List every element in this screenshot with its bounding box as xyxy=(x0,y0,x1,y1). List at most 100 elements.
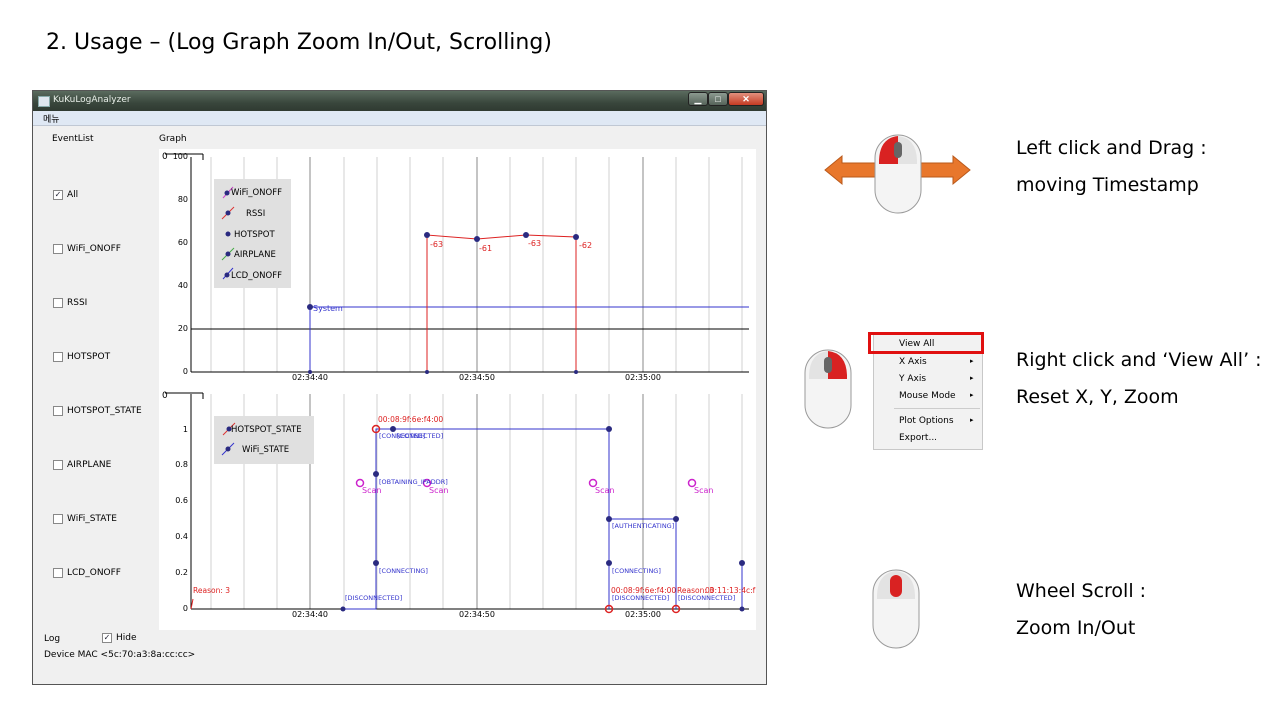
event-item-wifi-onoff[interactable]: WiFi_ONOFF xyxy=(53,242,121,256)
event-item-label: LCD_ONOFF xyxy=(67,568,121,578)
top-chart[interactable]: 0 100 80 60 40 20 0 02:34:40 02:34:50 02… xyxy=(162,152,749,382)
rssi-point[interactable] xyxy=(474,236,480,242)
wheel-note-line1: Wheel Scroll : xyxy=(1016,580,1147,602)
top-y-tick: 80 xyxy=(178,195,188,204)
hide-toggle[interactable]: ✓ Hide xyxy=(102,631,137,645)
maximize-button[interactable]: □ xyxy=(708,92,728,106)
ctx-x-axis[interactable]: X Axis xyxy=(899,357,927,367)
top-y-tick: 0 xyxy=(183,367,188,376)
event-item-label: HOTSPOT xyxy=(67,352,111,362)
submenu-arrow-icon: ▸ xyxy=(970,358,974,365)
app-icon xyxy=(38,96,50,107)
event-item-label: WiFi_STATE xyxy=(67,514,117,524)
top-x-tick-labels: 02:34:40 02:34:50 02:35:00 xyxy=(292,373,661,382)
connected-overlap-label: [CONNECTED] xyxy=(397,432,443,440)
obtaining-label: [OBTAINING_IPADDR] xyxy=(379,478,448,486)
bottom-y-tick: 0 xyxy=(183,604,188,613)
event-item-rssi[interactable]: RSSI xyxy=(53,296,87,310)
event-item-label: AIRPLANE xyxy=(67,460,112,470)
hide-checkbox[interactable]: ✓ xyxy=(102,633,112,643)
top-legend: WiFi_ONOFF RSSI HOTSPOT AIRPLANE LCD_ONO… xyxy=(214,179,291,288)
window-title: KuKuLogAnalyzer xyxy=(53,95,131,105)
rssi-point[interactable] xyxy=(425,370,429,374)
rssi-series-line xyxy=(426,234,577,372)
legend-airplane: AIRPLANE xyxy=(234,250,276,260)
disconnected-label-2: [DISCONNECTED] xyxy=(612,594,669,602)
minimize-button[interactable]: ▁ xyxy=(688,92,708,106)
wifi-state-point[interactable] xyxy=(606,560,612,566)
wifi-state-point[interactable] xyxy=(606,426,612,432)
event-item-wifi-state[interactable]: WiFi_STATE xyxy=(53,512,117,526)
ctx-mouse-mode[interactable]: Mouse Mode xyxy=(899,391,956,401)
checkbox-rssi[interactable] xyxy=(53,298,63,308)
mouse-right-click-illustration xyxy=(804,349,852,429)
viewall-note-line1: Right click and ‘View All’ : xyxy=(1016,349,1262,371)
wifi-state-point[interactable] xyxy=(373,471,379,477)
event-item-hotspot[interactable]: HOTSPOT xyxy=(53,350,110,364)
menu-bar: 메뉴 xyxy=(33,111,766,126)
ctx-plot-options[interactable]: Plot Options xyxy=(899,416,954,426)
ctx-export[interactable]: Export... xyxy=(899,433,937,443)
drag-note-line2: moving Timestamp xyxy=(1016,174,1199,196)
scan-label: Scan xyxy=(694,486,713,495)
top-x-tick: 02:35:00 xyxy=(625,373,661,382)
checkbox-hotspot[interactable] xyxy=(53,352,63,362)
bottom-chart[interactable]: 0 1 0.8 0.6 0.4 0.2 0 02:34:40 02:34:50 … xyxy=(162,391,756,619)
wifi-state-point[interactable] xyxy=(739,560,745,566)
rssi-value-label: -63 xyxy=(528,239,541,248)
graph-canvas[interactable]: 0 100 80 60 40 20 0 02:34:40 02:34:50 02… xyxy=(159,149,756,630)
window-titlebar[interactable]: KuKuLogAnalyzer ▁ □ ✕ xyxy=(33,91,766,111)
legend-lcd-onoff: LCD_ONOFF xyxy=(231,271,282,281)
bottom-y-tick-labels: 1 0.8 0.6 0.4 0.2 0 xyxy=(175,425,188,613)
bottom-legend-box xyxy=(214,416,314,464)
rssi-value-label: -61 xyxy=(479,244,492,253)
top-y-tick: 20 xyxy=(178,324,188,333)
top-y-tick-labels: 100 80 60 40 20 0 xyxy=(173,152,188,376)
checkbox-lcd-onoff[interactable] xyxy=(53,568,63,578)
wheel-note-line2: Zoom In/Out xyxy=(1016,617,1136,639)
right-arrow-icon xyxy=(914,154,971,186)
top-y-tick: 100 xyxy=(173,152,188,161)
wifi-state-point[interactable] xyxy=(340,606,346,612)
graph-header: Graph xyxy=(159,134,187,144)
bottom-y-tick: 1 xyxy=(183,425,188,434)
mouse-icon xyxy=(872,569,920,649)
bottom-y-tick: 0.2 xyxy=(175,568,188,577)
bottom-y-tick: 0.4 xyxy=(175,532,188,541)
rssi-point[interactable] xyxy=(574,370,578,374)
legend-hotspot-state: HOTSPOT_STATE xyxy=(231,425,302,435)
reason-label: Reason: 3 xyxy=(193,586,230,595)
wifi-state-point[interactable] xyxy=(739,606,745,612)
close-button[interactable]: ✕ xyxy=(728,92,764,106)
checkbox-wifi-onoff[interactable] xyxy=(53,244,63,254)
top-major-gridlines xyxy=(309,157,644,372)
checkbox-hotspot-state[interactable] xyxy=(53,406,63,416)
hide-label: Hide xyxy=(116,633,137,643)
ctx-y-axis[interactable]: Y Axis xyxy=(899,374,926,384)
event-item-all[interactable]: ✓ All xyxy=(53,188,78,202)
event-item-lcd-onoff[interactable]: LCD_ONOFF xyxy=(53,566,121,580)
device-mac: Device MAC <5c:70:a3:8a:cc:cc> xyxy=(44,650,196,660)
event-item-label: RSSI xyxy=(67,298,88,308)
menu-item-main[interactable]: 메뉴 xyxy=(43,112,60,125)
checkbox-airplane[interactable] xyxy=(53,460,63,470)
system-point[interactable] xyxy=(308,370,312,374)
legend-wifi-onoff: WiFi_ONOFF xyxy=(231,188,282,198)
eventlist-header: EventList xyxy=(52,134,94,144)
event-item-airplane[interactable]: AIRPLANE xyxy=(53,458,111,472)
rssi-point[interactable] xyxy=(523,232,529,238)
ctx-separator xyxy=(894,408,980,409)
event-item-label: WiFi_ONOFF xyxy=(67,244,121,254)
log-label: Log xyxy=(44,634,61,644)
rssi-point[interactable] xyxy=(424,232,430,238)
graph-panel[interactable]: 0 100 80 60 40 20 0 02:34:40 02:34:50 02… xyxy=(159,149,756,630)
checkbox-wifi-state[interactable] xyxy=(53,514,63,524)
event-item-hotspot-state[interactable]: HOTSPOT_STATE xyxy=(53,404,142,418)
bottom-y-tick: 0.8 xyxy=(175,460,188,469)
bottom-x-tick: 02:34:40 xyxy=(292,610,328,619)
wifi-state-point[interactable] xyxy=(373,560,379,566)
checkbox-all[interactable]: ✓ xyxy=(53,190,63,200)
rssi-point[interactable] xyxy=(573,234,579,240)
system-series-line xyxy=(309,306,749,372)
drag-note-line1: Left click and Drag : xyxy=(1016,137,1207,159)
